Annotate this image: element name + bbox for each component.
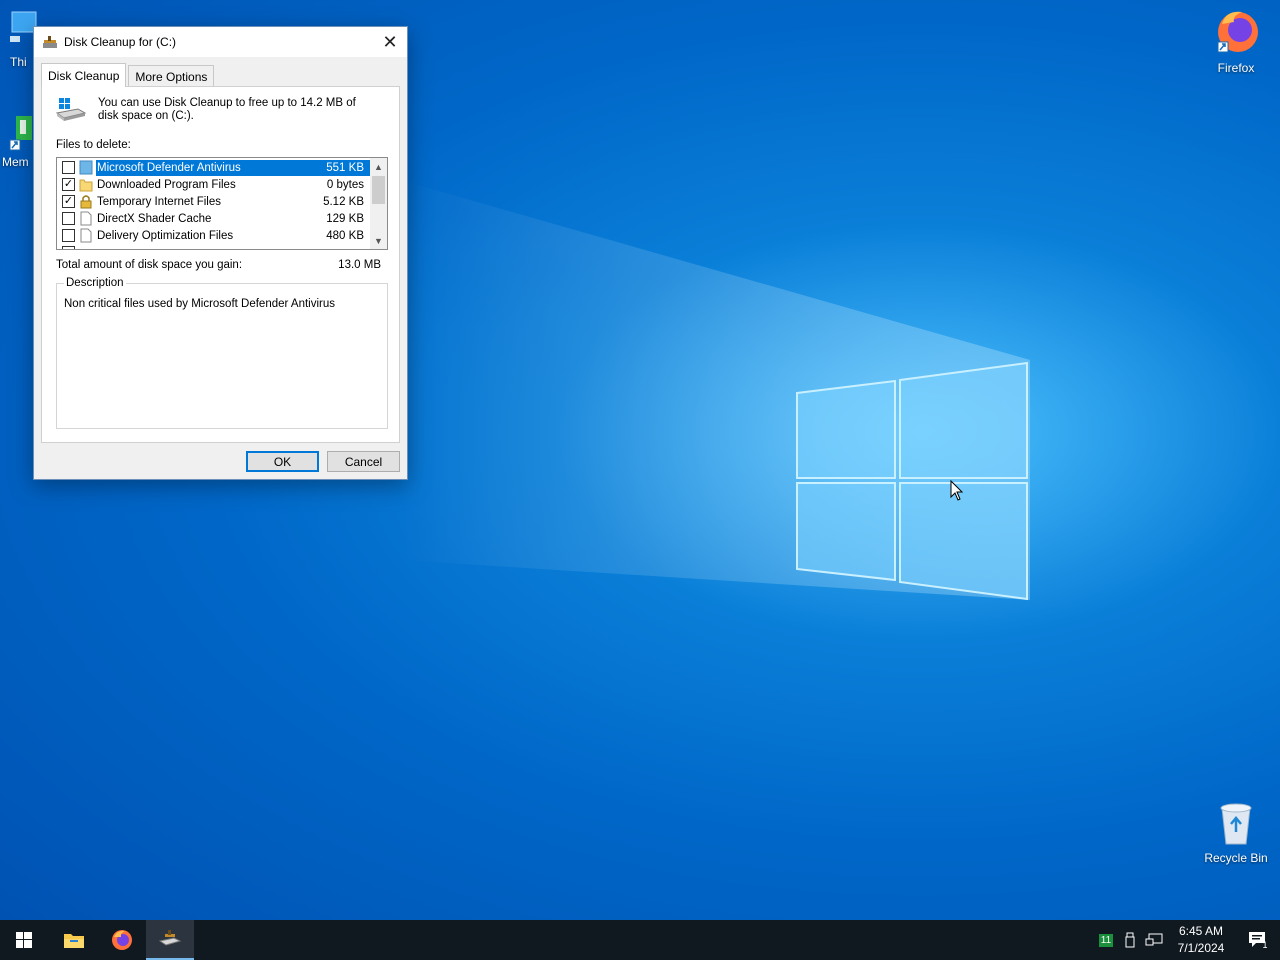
desktop-icon-label: Firefox — [1217, 61, 1255, 75]
recycle-bin-icon — [1220, 803, 1252, 845]
checkbox[interactable]: ✓ — [62, 178, 75, 191]
action-center-button[interactable]: 1 — [1236, 920, 1280, 960]
file-size: 0 bytes — [326, 178, 364, 191]
row-text: DirectX Shader Cache 129 KB — [96, 211, 370, 227]
app-shortcut-icon — [9, 116, 32, 151]
file-size: 551 KB — [326, 161, 364, 174]
taskbar-firefox[interactable] — [98, 920, 146, 960]
file-size: 5.12 KB — [323, 195, 364, 208]
scroll-up-icon[interactable]: ▲ — [370, 158, 387, 175]
row-text: Downloaded Program Files 0 bytes — [96, 177, 370, 193]
file-name: DirectX Shader Cache — [97, 212, 212, 225]
ok-button[interactable]: OK — [246, 451, 319, 472]
list-item-partial[interactable] — [57, 244, 370, 249]
list-item[interactable]: DirectX Shader Cache 129 KB — [57, 210, 370, 227]
total-label: Total amount of disk space you gain: — [56, 259, 243, 271]
disk-cleanup-icon — [159, 930, 181, 946]
taskbar-disk-cleanup[interactable] — [146, 920, 194, 960]
file-size: 480 KB — [326, 229, 364, 242]
start-button[interactable] — [0, 920, 48, 960]
windows-logo — [796, 361, 1028, 601]
file-icon — [80, 211, 92, 226]
file-size: 129 KB — [326, 212, 364, 225]
taskbar: 11 6:45 AM 7/1/2024 1 — [0, 920, 1280, 960]
files-to-delete-label: Files to delete: — [56, 139, 131, 151]
desktop-icon-firefox[interactable]: Firefox — [1198, 6, 1274, 75]
total-gain: Total amount of disk space you gain: 13.… — [56, 259, 381, 271]
list-item[interactable]: ✓ Temporary Internet Files 5.12 KB — [57, 193, 370, 210]
disk-cleanup-dialog: Disk Cleanup for (C:) ✕ Disk Cleanup Mor… — [33, 26, 408, 480]
file-name: Microsoft Defender Antivirus — [97, 161, 241, 174]
intro-section: You can use Disk Cleanup to free up to 1… — [56, 97, 368, 123]
defender-file-icon — [79, 160, 93, 175]
file-icon — [80, 228, 92, 243]
clock-date: 7/1/2024 — [1177, 941, 1225, 955]
file-name: Temporary Internet Files — [97, 195, 221, 208]
list-scrollbar[interactable]: ▲ ▼ — [370, 158, 387, 249]
scroll-thumb[interactable] — [372, 176, 385, 204]
intro-text: You can use Disk Cleanup to free up to 1… — [98, 97, 356, 122]
row-text: Temporary Internet Files 5.12 KB — [96, 194, 370, 210]
files-list[interactable]: Microsoft Defender Antivirus 551 KB ✓ Do… — [56, 157, 388, 250]
close-icon: ✕ — [382, 31, 398, 52]
description-label: Description — [64, 277, 126, 289]
close-button[interactable]: ✕ — [373, 27, 407, 57]
checkbox[interactable] — [62, 212, 75, 225]
folder-icon — [64, 934, 84, 948]
desktop-icon-label: Recycle Bin — [1204, 851, 1268, 865]
desktop-icon-recycle-bin[interactable]: Recycle Bin — [1198, 800, 1274, 865]
checkbox[interactable]: ✓ — [62, 195, 75, 208]
clock-time: 6:45 AM — [1178, 924, 1224, 938]
taskbar-file-explorer[interactable] — [50, 920, 98, 960]
tab-disk-cleanup[interactable]: Disk Cleanup — [41, 63, 127, 87]
system-tray: 11 6:45 AM 7/1/2024 1 — [1094, 920, 1280, 960]
checkbox[interactable] — [62, 161, 75, 174]
scroll-down-icon[interactable]: ▼ — [370, 232, 387, 249]
list-item[interactable]: Delivery Optimization Files 480 KB — [57, 227, 370, 244]
tab-strip: Disk Cleanup More Options — [41, 63, 216, 87]
windows-start-icon — [16, 932, 32, 948]
disk-cleanup-icon — [43, 36, 57, 48]
dialog-title: Disk Cleanup for (C:) — [64, 35, 177, 49]
clock[interactable]: 6:45 AM 7/1/2024 — [1170, 923, 1232, 957]
network-icon[interactable] — [1142, 920, 1166, 960]
list-item[interactable]: ✓ Downloaded Program Files 0 bytes — [57, 176, 370, 193]
list-item[interactable]: Microsoft Defender Antivirus 551 KB — [57, 159, 370, 176]
lock-icon — [80, 195, 92, 209]
folder-icon — [79, 179, 93, 192]
checkbox[interactable] — [62, 229, 75, 242]
checkbox[interactable] — [62, 246, 75, 249]
firefox-icon — [1217, 11, 1258, 53]
description-text: Non critical files used by Microsoft Def… — [64, 298, 335, 310]
total-value: 13.0 MB — [338, 259, 381, 271]
tab-more-options[interactable]: More Options — [128, 65, 215, 87]
cancel-button[interactable]: Cancel — [327, 451, 400, 472]
tray-badge-text: 11 — [1098, 933, 1114, 947]
tray-app-badge[interactable]: 11 — [1094, 920, 1118, 960]
title-bar[interactable]: Disk Cleanup for (C:) ✕ — [34, 27, 407, 57]
row-text: Delivery Optimization Files 480 KB — [96, 228, 370, 244]
notification-count: 1 — [1262, 940, 1268, 950]
firefox-icon — [112, 930, 132, 950]
usb-icon[interactable] — [1118, 920, 1142, 960]
file-name: Delivery Optimization Files — [97, 229, 234, 242]
row-text: Microsoft Defender Antivirus 551 KB — [96, 159, 370, 176]
tab-panel: You can use Disk Cleanup to free up to 1… — [41, 86, 400, 443]
drive-icon — [56, 98, 86, 121]
mouse-cursor-icon — [950, 480, 964, 501]
file-name: Downloaded Program Files — [97, 178, 236, 191]
